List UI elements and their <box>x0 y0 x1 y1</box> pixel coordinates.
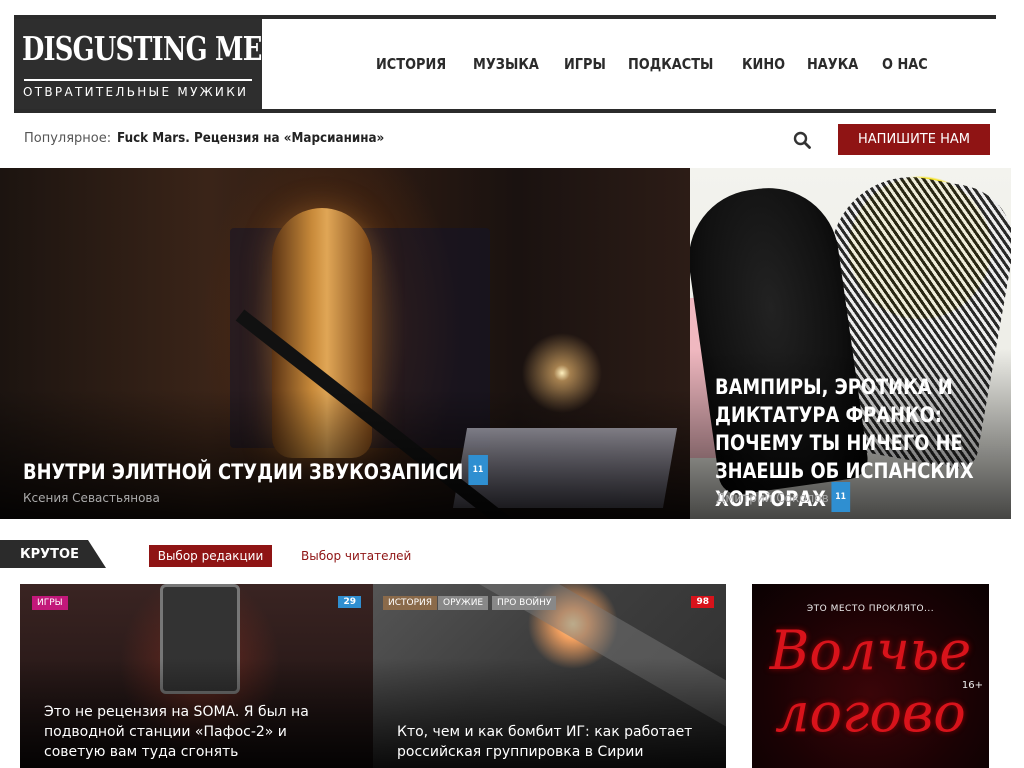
hero-main-author[interactable]: Ксения Севастьянова <box>23 491 160 505</box>
ad-banner[interactable]: ЭТО МЕСТО ПРОКЛЯТО... Волчье логово 16+ <box>752 584 989 768</box>
nav-item-music[interactable]: МУЗЫКА <box>473 55 539 73</box>
tab-readers-choice[interactable]: Выбор читателей <box>301 545 411 567</box>
nav-item-games[interactable]: ИГРЫ <box>564 55 606 73</box>
write-us-button[interactable]: НАПИШИТЕ НАМ <box>838 124 990 155</box>
site-logo[interactable]: DISGUSTING MEN ОТВРАТИТЕЛЬНЫЕ МУЖИКИ <box>14 19 285 109</box>
ad-tagline: ЭТО МЕСТО ПРОКЛЯТО... <box>806 604 935 614</box>
comment-count-badge[interactable]: 98 <box>691 596 714 608</box>
tab-editors-choice[interactable]: Выбор редакции <box>149 545 272 567</box>
article-card[interactable]: ИГРЫ 29 Это не рецензия на SOMA. Я был н… <box>20 584 373 768</box>
site-header: DISGUSTING MEN ОТВРАТИТЕЛЬНЫЕ МУЖИКИ ИСТ… <box>14 15 996 113</box>
comment-count-badge[interactable]: 11 <box>468 455 488 485</box>
logo-title: DISGUSTING MEN <box>22 29 285 68</box>
hero-main-title[interactable]: ВНУТРИ ЭЛИТНОЙ СТУДИИ ЗВУКОЗАПИСИ 11 <box>23 455 488 488</box>
comment-count-badge[interactable]: 11 <box>831 482 851 512</box>
popular-label: Популярное: <box>24 130 112 146</box>
hero-main-title-text[interactable]: ВНУТРИ ЭЛИТНОЙ СТУДИИ ЗВУКОЗАПИСИ <box>23 460 463 484</box>
section-label: КРУТОЕ <box>0 540 106 568</box>
nav-item-about[interactable]: О НАС <box>882 55 928 73</box>
popular-link[interactable]: Fuck Mars. Рецензия на «Марсианина» <box>117 131 384 146</box>
comment-count-badge[interactable]: 29 <box>338 596 361 608</box>
nav-item-podcasts[interactable]: ПОДКАСТЫ <box>628 55 713 73</box>
logo-divider <box>24 79 252 81</box>
search-icon[interactable] <box>793 131 811 149</box>
tag-war[interactable]: ПРО ВОЙНУ <box>492 596 557 610</box>
card-title[interactable]: Это не рецензия на SOMA. Я был на подвод… <box>44 702 344 762</box>
hero-main-article[interactable]: ВНУТРИ ЭЛИТНОЙ СТУДИИ ЗВУКОЗАПИСИ 11 Ксен… <box>0 168 690 519</box>
ad-age-rating: 16+ <box>961 680 983 691</box>
hero-side-author[interactable]: Дмитрий Соколов <box>716 491 829 505</box>
tag-history[interactable]: ИСТОРИЯ <box>383 596 438 610</box>
nav-item-history[interactable]: ИСТОРИЯ <box>376 55 446 73</box>
article-card[interactable]: ИСТОРИЯ ОРУЖИЕ ПРО ВОЙНУ 98 Кто, чем и к… <box>373 584 726 768</box>
main-nav: ИСТОРИЯ МУЗЫКА ИГРЫ ПОДКАСТЫ КИНО НАУКА … <box>376 19 928 109</box>
tag-weapons[interactable]: ОРУЖИЕ <box>438 596 489 610</box>
tag-games[interactable]: ИГРЫ <box>32 596 68 610</box>
page: DISGUSTING MEN ОТВРАТИТЕЛЬНЫЕ МУЖИКИ ИСТ… <box>0 0 1024 768</box>
logo-subtitle: ОТВРАТИТЕЛЬНЫЕ МУЖИКИ <box>23 85 249 99</box>
ad-title: Волчье логово <box>769 619 972 744</box>
nav-item-science[interactable]: НАУКА <box>807 55 858 73</box>
popular-bar: Популярное: Fuck Mars. Рецензия на «Марс… <box>24 128 408 148</box>
card-title[interactable]: Кто, чем и как бомбит ИГ: как работает р… <box>397 722 697 762</box>
nav-item-cinema[interactable]: КИНО <box>742 55 785 73</box>
